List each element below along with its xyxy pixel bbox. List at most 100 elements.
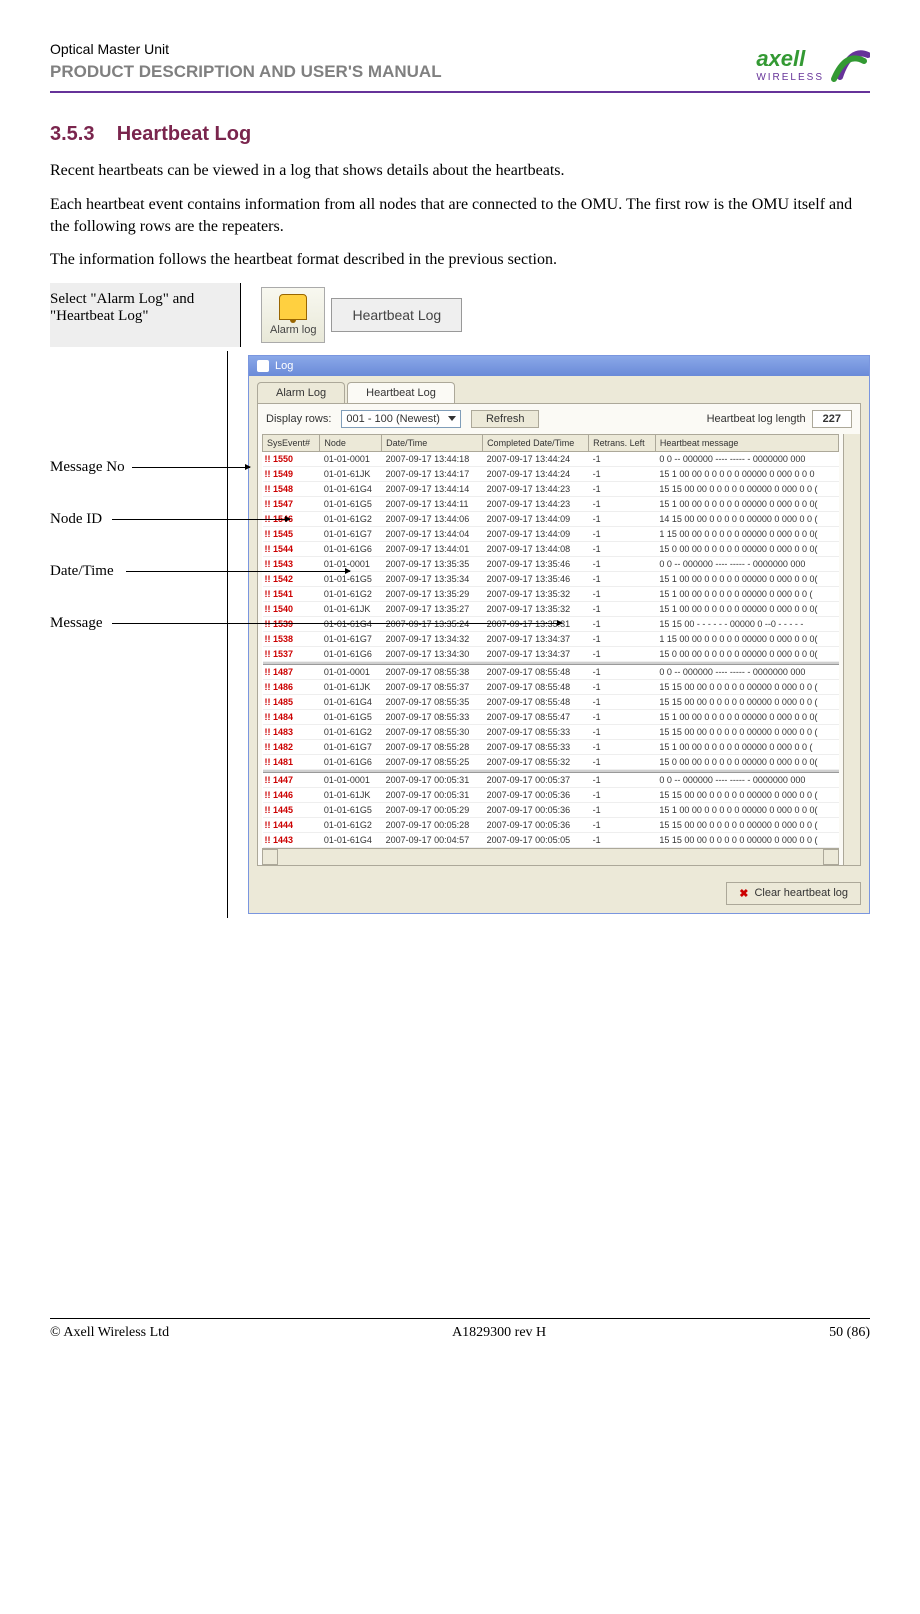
table-row[interactable]: !! 154401-01-61G62007-09-17 13:44:012007… — [263, 541, 839, 556]
footer-left: © Axell Wireless Ltd — [50, 1325, 169, 1341]
cell-node: 01-01-61G6 — [320, 541, 382, 556]
cell-retrans: -1 — [589, 631, 656, 646]
table-row[interactable]: !! 153901-01-61G42007-09-17 13:35:242007… — [263, 616, 839, 631]
cell-message: 15 0 00 00 0 0 0 0 0 00000 0 000 0 0 0( — [655, 646, 838, 661]
cell-datetime: 2007-09-17 13:44:18 — [382, 451, 483, 466]
annot-message-no: Message No — [50, 459, 125, 476]
cell-datetime: 2007-09-17 00:05:29 — [382, 802, 483, 817]
cell-warn-icon: !! 1485 — [263, 694, 320, 709]
table-row[interactable]: !! 153701-01-61G62007-09-17 13:34:302007… — [263, 646, 839, 661]
doc-title: Optical Master Unit — [50, 40, 442, 60]
cell-retrans: -1 — [589, 754, 656, 769]
cell-completed: 2007-09-17 08:55:33 — [483, 724, 589, 739]
heartbeat-log-button[interactable]: Heartbeat Log — [331, 298, 462, 332]
tab-strip: Alarm Log Heartbeat Log — [249, 376, 869, 403]
cell-completed: 2007-09-17 08:55:33 — [483, 739, 589, 754]
cell-completed: 2007-09-17 13:35:31 — [483, 616, 589, 631]
cell-warn-icon: !! 1487 — [263, 664, 320, 679]
cell-retrans: -1 — [589, 724, 656, 739]
cell-message: 15 15 00 00 0 0 0 0 0 00000 0 000 0 0 ( — [655, 787, 838, 802]
tab-heartbeat-log-label: Heartbeat Log — [366, 387, 436, 399]
table-row[interactable]: !! 148601-01-61JK2007-09-17 08:55:372007… — [263, 679, 839, 694]
cell-node: 01-01-61G5 — [320, 496, 382, 511]
cell-node: 01-01-61JK — [320, 787, 382, 802]
cell-message: 15 1 00 00 0 0 0 0 0 00000 0 000 0 0 0( — [655, 709, 838, 724]
cell-retrans: -1 — [589, 709, 656, 724]
table-row[interactable]: !! 148201-01-61G72007-09-17 08:55:282007… — [263, 739, 839, 754]
col-sysevent[interactable]: SysEvent# — [263, 434, 320, 451]
col-retrans[interactable]: Retrans. Left — [589, 434, 656, 451]
cell-message: 15 0 00 00 0 0 0 0 0 00000 0 000 0 0 0( — [655, 754, 838, 769]
table-row[interactable]: !! 154901-01-61JK2007-09-17 13:44:172007… — [263, 466, 839, 481]
col-datetime[interactable]: Date/Time — [382, 434, 483, 451]
tab-heartbeat-log[interactable]: Heartbeat Log — [347, 382, 455, 403]
cell-datetime: 2007-09-17 08:55:37 — [382, 679, 483, 694]
col-completed[interactable]: Completed Date/Time — [483, 434, 589, 451]
refresh-button-label: Refresh — [486, 413, 525, 425]
table-row[interactable]: !! 153801-01-61G72007-09-17 13:34:322007… — [263, 631, 839, 646]
table-row[interactable]: !! 144701-01-00012007-09-17 00:05:312007… — [263, 772, 839, 787]
cell-node: 01-01-61G7 — [320, 526, 382, 541]
table-row[interactable]: !! 144501-01-61G52007-09-17 00:05:292007… — [263, 802, 839, 817]
refresh-button[interactable]: Refresh — [471, 410, 540, 428]
cell-retrans: -1 — [589, 694, 656, 709]
cell-warn-icon: !! 1548 — [263, 481, 320, 496]
scroll-left-icon[interactable] — [262, 849, 278, 865]
cell-warn-icon: !! 1539 — [263, 616, 320, 631]
alarm-log-button-label: Alarm log — [270, 324, 316, 336]
cell-retrans: -1 — [589, 496, 656, 511]
cell-warn-icon: !! 1447 — [263, 772, 320, 787]
cell-node: 01-01-61G2 — [320, 511, 382, 526]
cell-node: 01-01-61JK — [320, 601, 382, 616]
cell-completed: 2007-09-17 00:05:05 — [483, 832, 589, 847]
cell-node: 01-01-61G2 — [320, 817, 382, 832]
table-row[interactable]: !! 144401-01-61G22007-09-17 00:05:282007… — [263, 817, 839, 832]
paragraph-3: The information follows the heartbeat fo… — [50, 249, 870, 271]
table-row[interactable]: !! 148401-01-61G52007-09-17 08:55:332007… — [263, 709, 839, 724]
cell-completed: 2007-09-17 00:05:37 — [483, 772, 589, 787]
table-row[interactable]: !! 148301-01-61G22007-09-17 08:55:302007… — [263, 724, 839, 739]
table-row[interactable]: !! 154501-01-61G72007-09-17 13:44:042007… — [263, 526, 839, 541]
cell-node: 01-01-61G5 — [320, 802, 382, 817]
section-heading: 3.5.3 Heartbeat Log — [50, 123, 870, 146]
section-number: 3.5.3 — [50, 123, 94, 145]
table-row[interactable]: !! 154701-01-61G52007-09-17 13:44:112007… — [263, 496, 839, 511]
table-row[interactable]: !! 154001-01-61JK2007-09-17 13:35:272007… — [263, 601, 839, 616]
cell-warn-icon: !! 1445 — [263, 802, 320, 817]
cell-message: 15 1 00 00 0 0 0 0 0 00000 0 000 0 0 ( — [655, 586, 838, 601]
table-row[interactable]: !! 154101-01-61G22007-09-17 13:35:292007… — [263, 586, 839, 601]
cell-completed: 2007-09-17 13:44:24 — [483, 466, 589, 481]
alarm-log-button[interactable]: Alarm log — [261, 287, 325, 343]
delete-icon: ✖ — [739, 887, 748, 900]
cell-message: 15 1 00 00 0 0 0 0 0 00000 0 000 0 0 0( — [655, 496, 838, 511]
tab-alarm-log[interactable]: Alarm Log — [257, 382, 345, 403]
cell-datetime: 2007-09-17 00:05:28 — [382, 817, 483, 832]
horizontal-scrollbar[interactable] — [262, 848, 839, 865]
cell-datetime: 2007-09-17 13:34:30 — [382, 646, 483, 661]
cell-warn-icon: !! 1446 — [263, 787, 320, 802]
table-row[interactable]: !! 144601-01-61JK2007-09-17 00:05:312007… — [263, 787, 839, 802]
cell-node: 01-01-61G6 — [320, 646, 382, 661]
table-row[interactable]: !! 148501-01-61G42007-09-17 08:55:352007… — [263, 694, 839, 709]
hb-length-value: 227 — [812, 410, 852, 428]
vertical-scrollbar[interactable] — [843, 434, 860, 865]
table-row[interactable]: !! 154601-01-61G22007-09-17 13:44:062007… — [263, 511, 839, 526]
table-row[interactable]: !! 148701-01-00012007-09-17 08:55:382007… — [263, 664, 839, 679]
col-message[interactable]: Heartbeat message — [655, 434, 838, 451]
window-titlebar: Log — [249, 356, 869, 376]
col-node[interactable]: Node — [320, 434, 382, 451]
scroll-right-icon[interactable] — [823, 849, 839, 865]
cell-message: 14 15 00 00 0 0 0 0 0 00000 0 000 0 0 ( — [655, 511, 838, 526]
table-row[interactable]: !! 148101-01-61G62007-09-17 08:55:252007… — [263, 754, 839, 769]
table-row[interactable]: !! 144301-01-61G42007-09-17 00:04:572007… — [263, 832, 839, 847]
table-row[interactable]: !! 155001-01-00012007-09-17 13:44:182007… — [263, 451, 839, 466]
cell-datetime: 2007-09-17 08:55:25 — [382, 754, 483, 769]
display-rows-select[interactable]: 001 - 100 (Newest) — [341, 410, 461, 428]
arrow-node-id — [112, 519, 290, 520]
table-row[interactable]: !! 154801-01-61G42007-09-17 13:44:142007… — [263, 481, 839, 496]
clear-heartbeat-log-button[interactable]: ✖ Clear heartbeat log — [726, 882, 861, 905]
cell-node: 01-01-61G4 — [320, 616, 382, 631]
cell-message: 15 1 00 00 0 0 0 0 0 00000 0 000 0 0 0( — [655, 571, 838, 586]
cell-retrans: -1 — [589, 739, 656, 754]
cell-message: 15 15 00 00 0 0 0 0 0 00000 0 000 0 0 ( — [655, 832, 838, 847]
